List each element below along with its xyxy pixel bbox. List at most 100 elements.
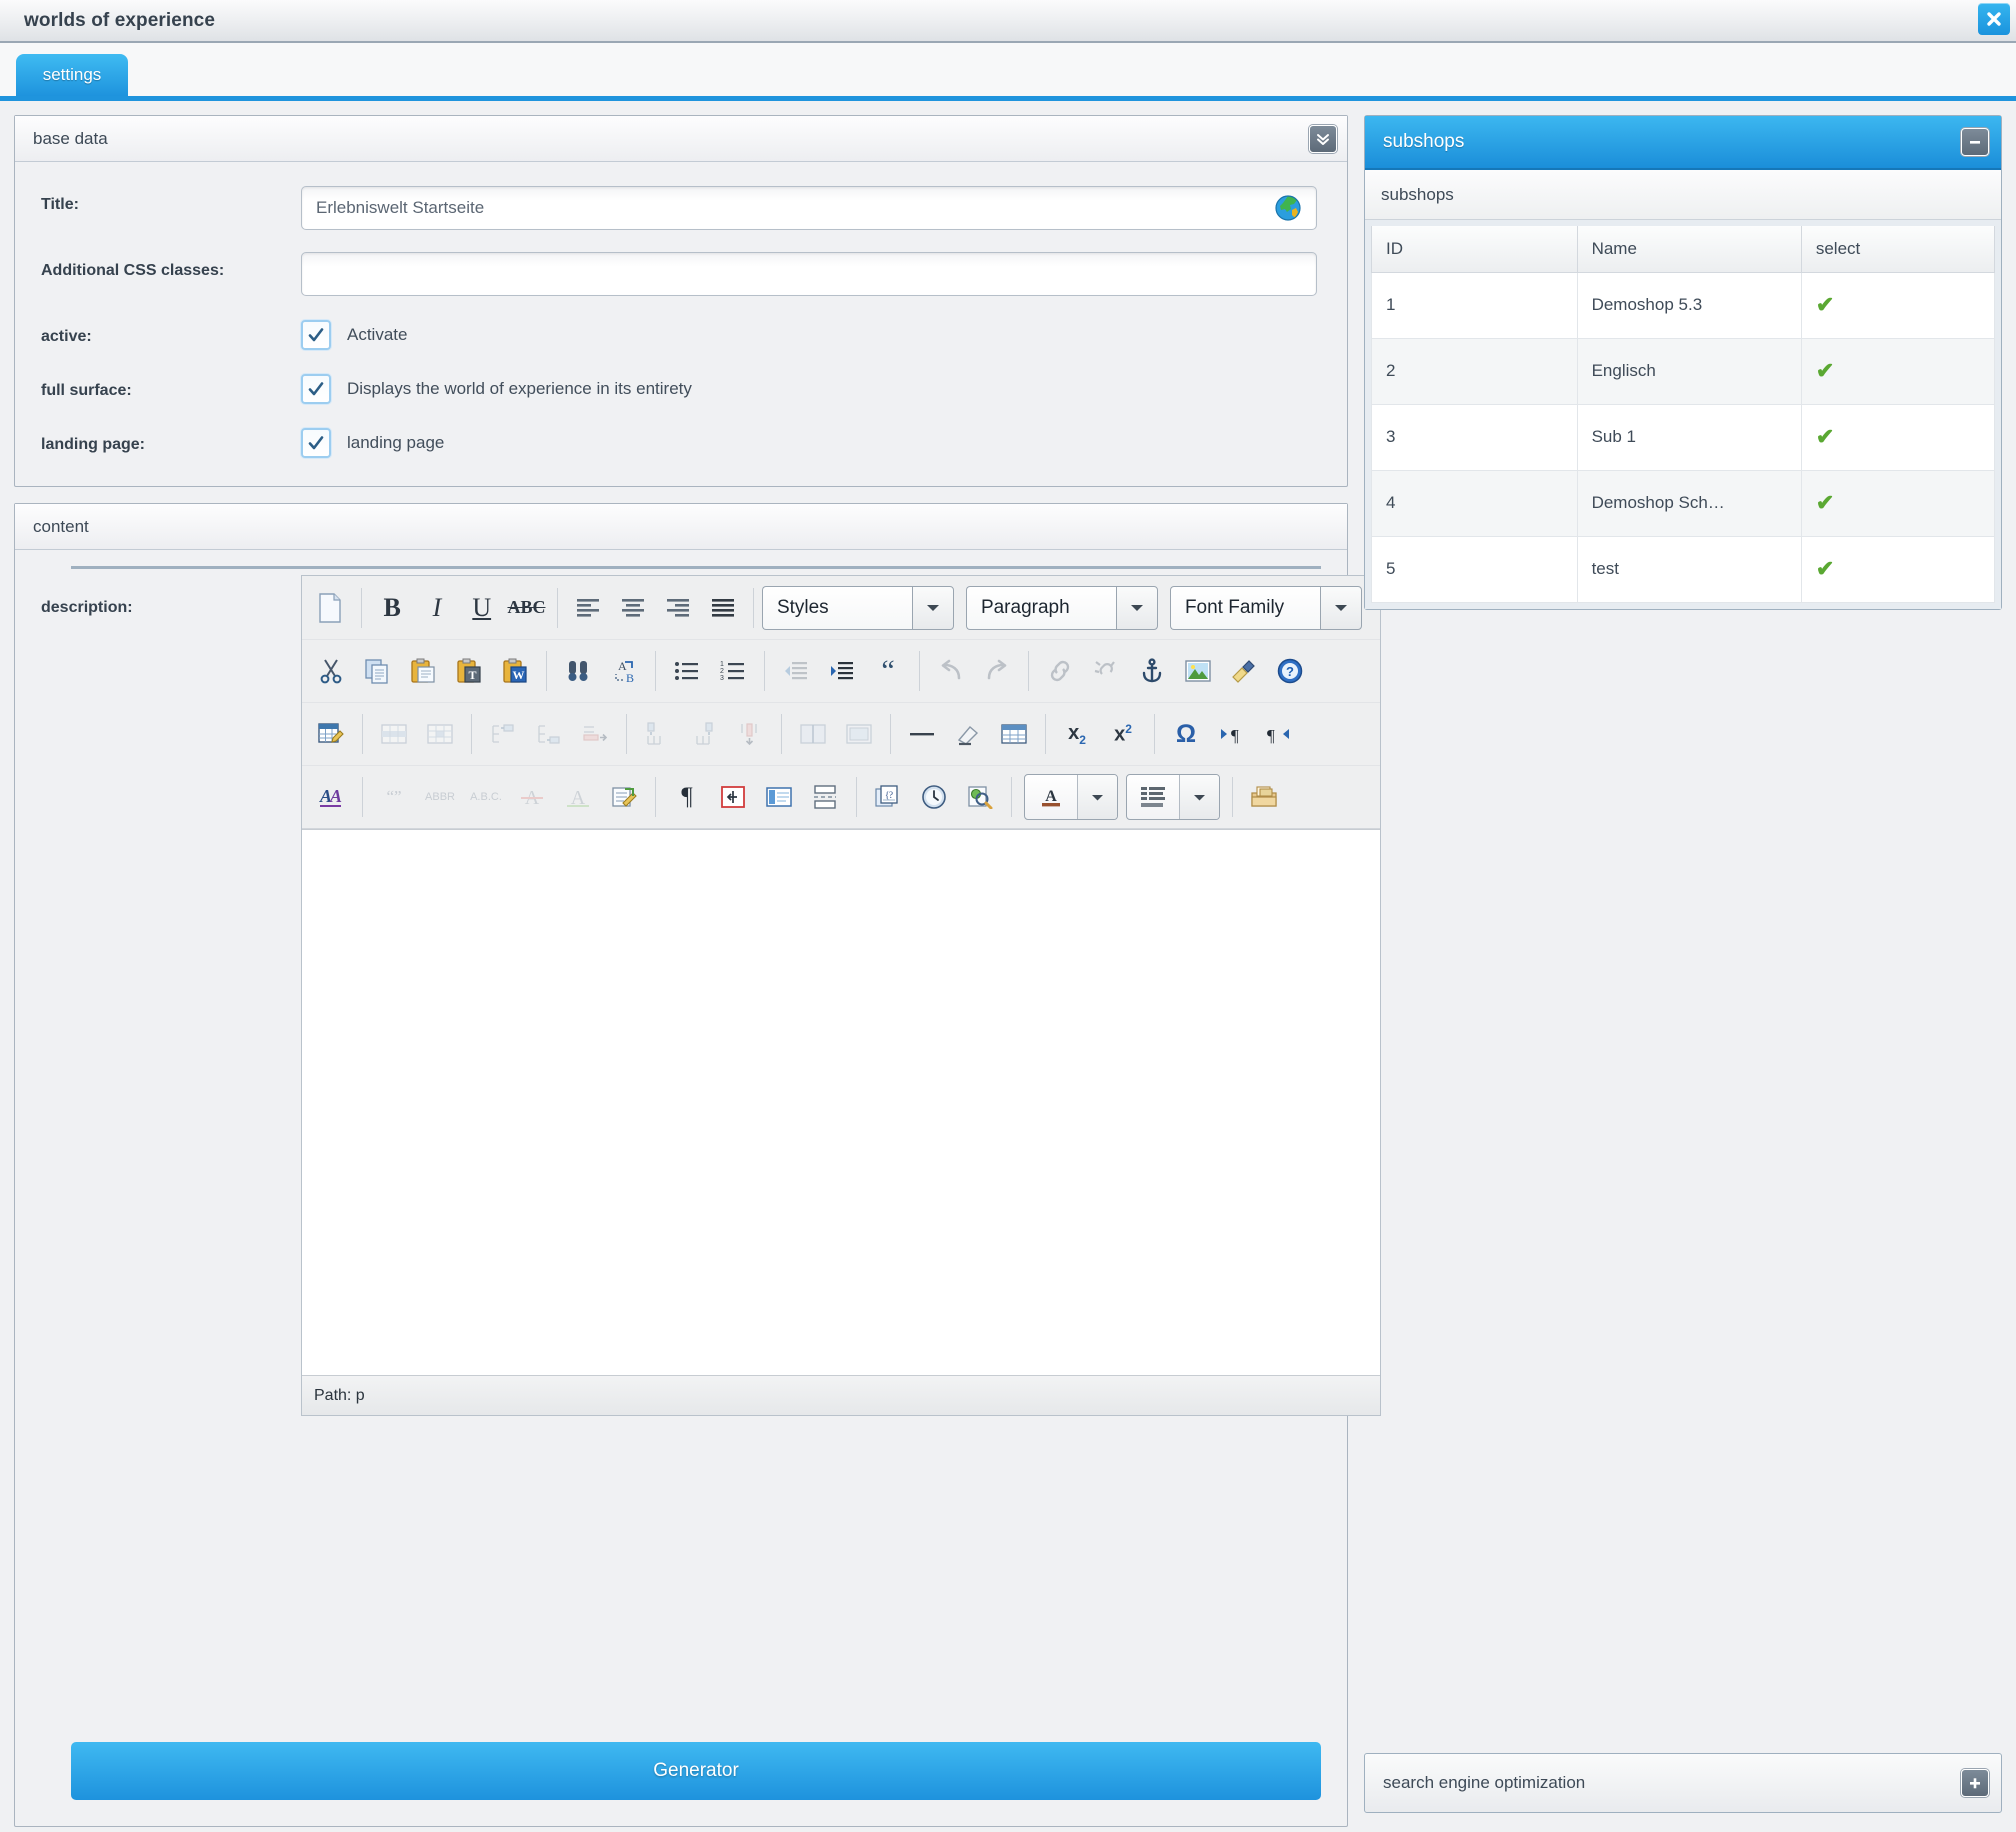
text-color-icon[interactable]: A [1025,775,1077,819]
ltr-icon[interactable]: ¶ [1209,711,1255,757]
delete-text-icon[interactable]: A [509,774,555,820]
editor-content-area[interactable] [302,829,1380,1375]
chevron-down-icon[interactable] [1319,585,1362,630]
find-replace-icon[interactable]: AB [601,648,647,694]
generator-button[interactable]: Generator [71,1742,1321,1800]
bullet-list-icon[interactable] [664,648,710,694]
chevron-down-icon[interactable] [911,585,954,630]
font-family-select[interactable]: Font Family [1169,585,1362,630]
insert-column-after-icon[interactable] [681,711,727,757]
outdent-icon[interactable] [773,648,819,694]
split-cells-icon[interactable] [790,711,836,757]
indent-icon[interactable] [819,648,865,694]
chevron-down-icon[interactable] [1179,775,1219,819]
cut-icon[interactable] [308,648,354,694]
background-color-icon[interactable] [1127,775,1179,819]
media-manager-icon[interactable] [1241,774,1287,820]
paste-as-text-icon[interactable]: T [446,648,492,694]
title-input[interactable] [301,186,1317,230]
align-right-icon[interactable] [655,585,700,631]
css-classes-input[interactable] [301,252,1317,296]
cell-select[interactable]: ✔ [1801,338,1996,405]
seo-panel[interactable]: search engine optimization [1364,1753,2002,1813]
redo-icon[interactable] [974,648,1020,694]
styles-select[interactable]: Styles [761,585,954,630]
table-row[interactable]: 1 Demoshop 5.3 ✔ [1371,272,1996,339]
paragraph-select[interactable]: Paragraph [965,585,1158,630]
cell-select[interactable]: ✔ [1801,536,1996,603]
full-surface-checkbox[interactable] [301,374,331,404]
special-character-icon[interactable]: Ω [1163,711,1209,757]
anchor-icon[interactable] [1129,648,1175,694]
column-header-id[interactable]: ID [1371,226,1578,273]
attributes-icon[interactable] [601,774,647,820]
preview-icon[interactable] [957,774,1003,820]
template-icon[interactable]: {? [865,774,911,820]
insert-image-icon[interactable] [1175,648,1221,694]
chevron-double-down-icon[interactable] [1309,124,1337,153]
column-header-select[interactable]: select [1801,226,1996,273]
close-icon[interactable] [1978,3,2010,35]
numbered-list-icon[interactable]: 123 [710,648,756,694]
page-break-icon[interactable] [802,774,848,820]
text-color-split-button[interactable]: A [1024,774,1118,820]
merge-cells-icon[interactable] [836,711,882,757]
citation-icon[interactable]: “” [371,774,417,820]
minus-icon[interactable] [1961,128,1989,156]
chevron-down-icon[interactable] [1115,585,1158,630]
remove-format-icon[interactable] [945,711,991,757]
blockquote-icon[interactable]: “ [865,648,911,694]
horizontal-rule-icon[interactable] [899,711,945,757]
nonbreaking-icon[interactable] [710,774,756,820]
insert-link-icon[interactable] [1037,648,1083,694]
show-blocks-icon[interactable]: ¶ [664,774,710,820]
cell-select[interactable]: ✔ [1801,272,1996,339]
insert-time-icon[interactable] [911,774,957,820]
cell-select[interactable]: ✔ [1801,470,1996,537]
globe-icon[interactable] [1275,195,1301,226]
tab-settings[interactable]: settings [16,54,128,96]
align-center-icon[interactable] [611,585,656,631]
landing-page-checkbox[interactable] [301,428,331,458]
help-icon[interactable]: ? [1267,648,1313,694]
paste-from-word-icon[interactable]: W [492,648,538,694]
superscript-icon[interactable]: x2 [1100,711,1146,757]
paste-icon[interactable] [400,648,446,694]
delete-column-icon[interactable] [727,711,773,757]
chevron-down-icon[interactable] [1077,775,1117,819]
active-checkbox[interactable] [301,320,331,350]
column-header-name[interactable]: Name [1577,226,1802,273]
underline-icon[interactable]: U [459,585,504,631]
table-cell-properties-icon[interactable] [417,711,463,757]
insert-row-before-icon[interactable] [480,711,526,757]
strikethrough-icon[interactable]: ABC [504,585,549,631]
table-row[interactable]: 3 Sub 1 ✔ [1371,404,1996,471]
table-row-properties-icon[interactable] [371,711,417,757]
find-icon[interactable] [555,648,601,694]
table-properties-icon[interactable] [308,711,354,757]
cell-select[interactable]: ✔ [1801,404,1996,471]
clean-up-icon[interactable] [1221,648,1267,694]
undo-icon[interactable] [928,648,974,694]
align-justify-icon[interactable] [700,585,745,631]
subscript-icon[interactable]: x2 [1054,711,1100,757]
plus-icon[interactable] [1961,1769,1989,1797]
table-row[interactable]: 5 test ✔ [1371,536,1996,603]
unlink-icon[interactable] [1083,648,1129,694]
table-row[interactable]: 4 Demoshop Sch… ✔ [1371,470,1996,537]
insert-table-icon[interactable] [991,711,1037,757]
delete-row-icon[interactable] [572,711,618,757]
rtl-icon[interactable]: ¶ [1255,711,1301,757]
insert-layer-icon[interactable] [756,774,802,820]
new-document-icon[interactable] [308,585,353,631]
bold-icon[interactable]: B [370,585,415,631]
align-left-icon[interactable] [566,585,611,631]
copy-icon[interactable] [354,648,400,694]
abbreviation-icon[interactable]: ABBR [417,774,463,820]
background-color-split-button[interactable] [1126,774,1220,820]
insert-row-after-icon[interactable] [526,711,572,757]
acronym-icon[interactable]: A.B.C. [463,774,509,820]
insert-column-before-icon[interactable] [635,711,681,757]
insert-text-icon[interactable]: A [555,774,601,820]
table-row[interactable]: 2 Englisch ✔ [1371,338,1996,405]
